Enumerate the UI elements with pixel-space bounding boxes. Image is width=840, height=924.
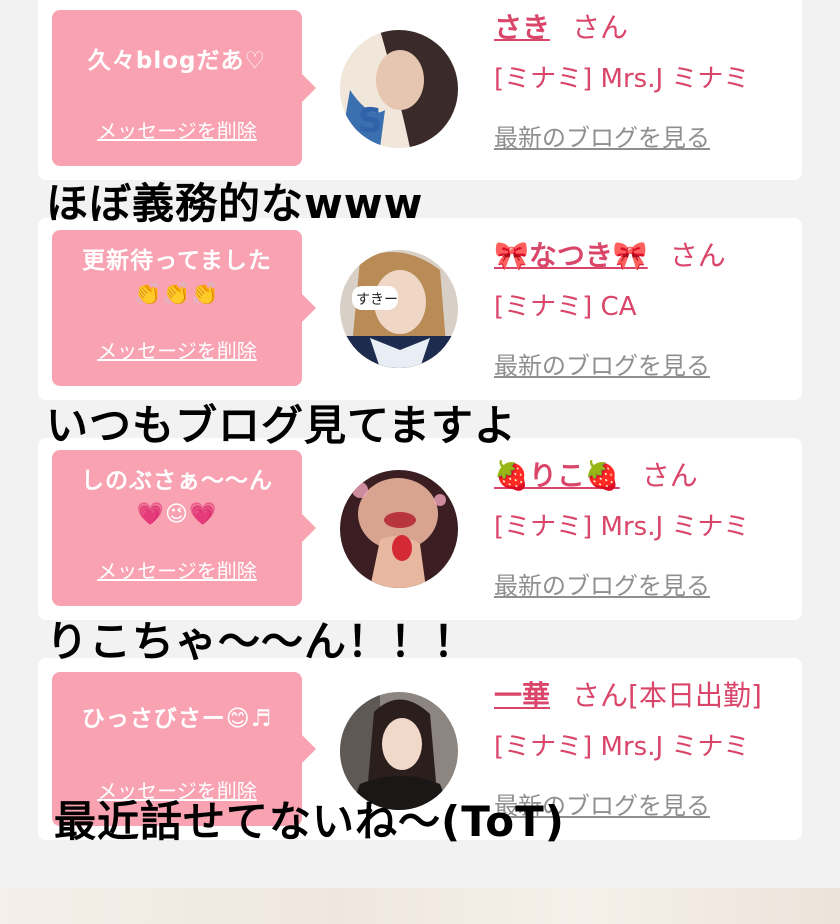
overlay-caption: 最近話せてないね〜(ToT) — [54, 797, 565, 846]
view-latest-blog-link[interactable]: 最新のブログを見る — [494, 346, 710, 381]
overlay-caption: ほぼ義務的なwww — [46, 179, 424, 228]
avatar[interactable]: S — [340, 30, 458, 148]
message-text: ひっさびさー😊♬ — [52, 702, 302, 736]
footer-background — [0, 888, 840, 924]
message-bubble: 更新待ってました 👏👏👏 メッセージを削除 — [52, 230, 316, 386]
overlay-caption: いつもブログ見てますよ — [46, 401, 517, 450]
attendance-status: [本日出勤] — [628, 679, 762, 712]
message-text: しのぶさぁ〜〜ん 💗😉💗 — [52, 464, 302, 532]
sender-info: 🎀なつき🎀 さん [ミナミ] CA 最新のブログを見る — [494, 234, 792, 384]
name-line: 🍓りこ🍓 さん — [494, 454, 698, 494]
sender-info: 🍓りこ🍓 さん [ミナミ] Mrs.J ミナミ 最新のブログを見る — [494, 454, 792, 604]
avatar-photo — [340, 470, 458, 588]
honorific: さん — [572, 11, 629, 44]
avatar-photo: すきー — [340, 250, 458, 368]
message-card: 更新待ってました 👏👏👏 メッセージを削除 すきー 🎀なつき🎀 さん [ミナミ] … — [38, 218, 802, 400]
honorific: さん — [669, 239, 726, 272]
name-line: 一華 さん[本日出勤] — [494, 674, 762, 714]
honorific: さん — [572, 679, 629, 712]
avatar-photo: S — [340, 30, 458, 148]
message-text-label: 更新待ってました — [82, 248, 272, 274]
delete-message-link[interactable]: メッセージを削除 — [52, 555, 302, 584]
sender-name-link[interactable]: 🍓りこ🍓 — [494, 459, 620, 492]
message-text: 更新待ってました 👏👏👏 — [52, 244, 302, 312]
shop-name: [ミナミ] Mrs.J ミナミ — [494, 732, 750, 762]
message-text-label: ひっさびさー😊♬ — [81, 706, 273, 732]
message-bubble: 久々blogだあ♡ メッセージを削除 — [52, 10, 316, 166]
sender-info: さき さん [ミナミ] Mrs.J ミナミ 最新のブログを見る — [494, 6, 792, 156]
name-line: さき さん — [494, 6, 628, 46]
shop-name: [ミナミ] CA — [494, 292, 637, 322]
message-bubble: しのぶさぁ〜〜ん 💗😉💗 メッセージを削除 — [52, 450, 316, 606]
message-emoji: 💗😉💗 — [136, 502, 218, 527]
message-text-label: 久々blogだあ♡ — [87, 48, 267, 74]
svg-text:すきー: すきー — [356, 292, 398, 308]
view-latest-blog-link[interactable]: 最新のブログを見る — [494, 118, 710, 153]
view-latest-blog-link[interactable]: 最新のブログを見る — [494, 566, 710, 601]
overlay-caption: りこちゃ〜〜ん！！！ — [46, 617, 477, 666]
sender-name-link[interactable]: 🎀なつき🎀 — [494, 239, 648, 272]
message-card: しのぶさぁ〜〜ん 💗😉💗 メッセージを削除 🍓りこ🍓 さん [ミナミ] Mrs.J… — [38, 438, 802, 620]
sender-name-link[interactable]: さき — [494, 11, 550, 44]
delete-message-link[interactable]: メッセージを削除 — [52, 115, 302, 144]
shop-name: [ミナミ] Mrs.J ミナミ — [494, 64, 750, 94]
message-text-label: しのぶさぁ〜〜ん — [81, 468, 273, 494]
delete-message-link[interactable]: メッセージを削除 — [52, 335, 302, 364]
shop-name: [ミナミ] Mrs.J ミナミ — [494, 512, 750, 542]
avatar[interactable] — [340, 470, 458, 588]
message-emoji: 👏👏👏 — [134, 282, 220, 307]
honorific: さん — [641, 459, 698, 492]
svg-text:S: S — [358, 101, 383, 141]
name-line: 🎀なつき🎀 さん — [494, 234, 726, 274]
message-text: 久々blogだあ♡ — [52, 44, 302, 78]
avatar[interactable]: すきー — [340, 250, 458, 368]
sender-name-link[interactable]: 一華 — [494, 679, 550, 712]
message-card: 久々blogだあ♡ メッセージを削除 S さき さん [ミナミ] Mrs.J ミナ… — [38, 0, 802, 180]
